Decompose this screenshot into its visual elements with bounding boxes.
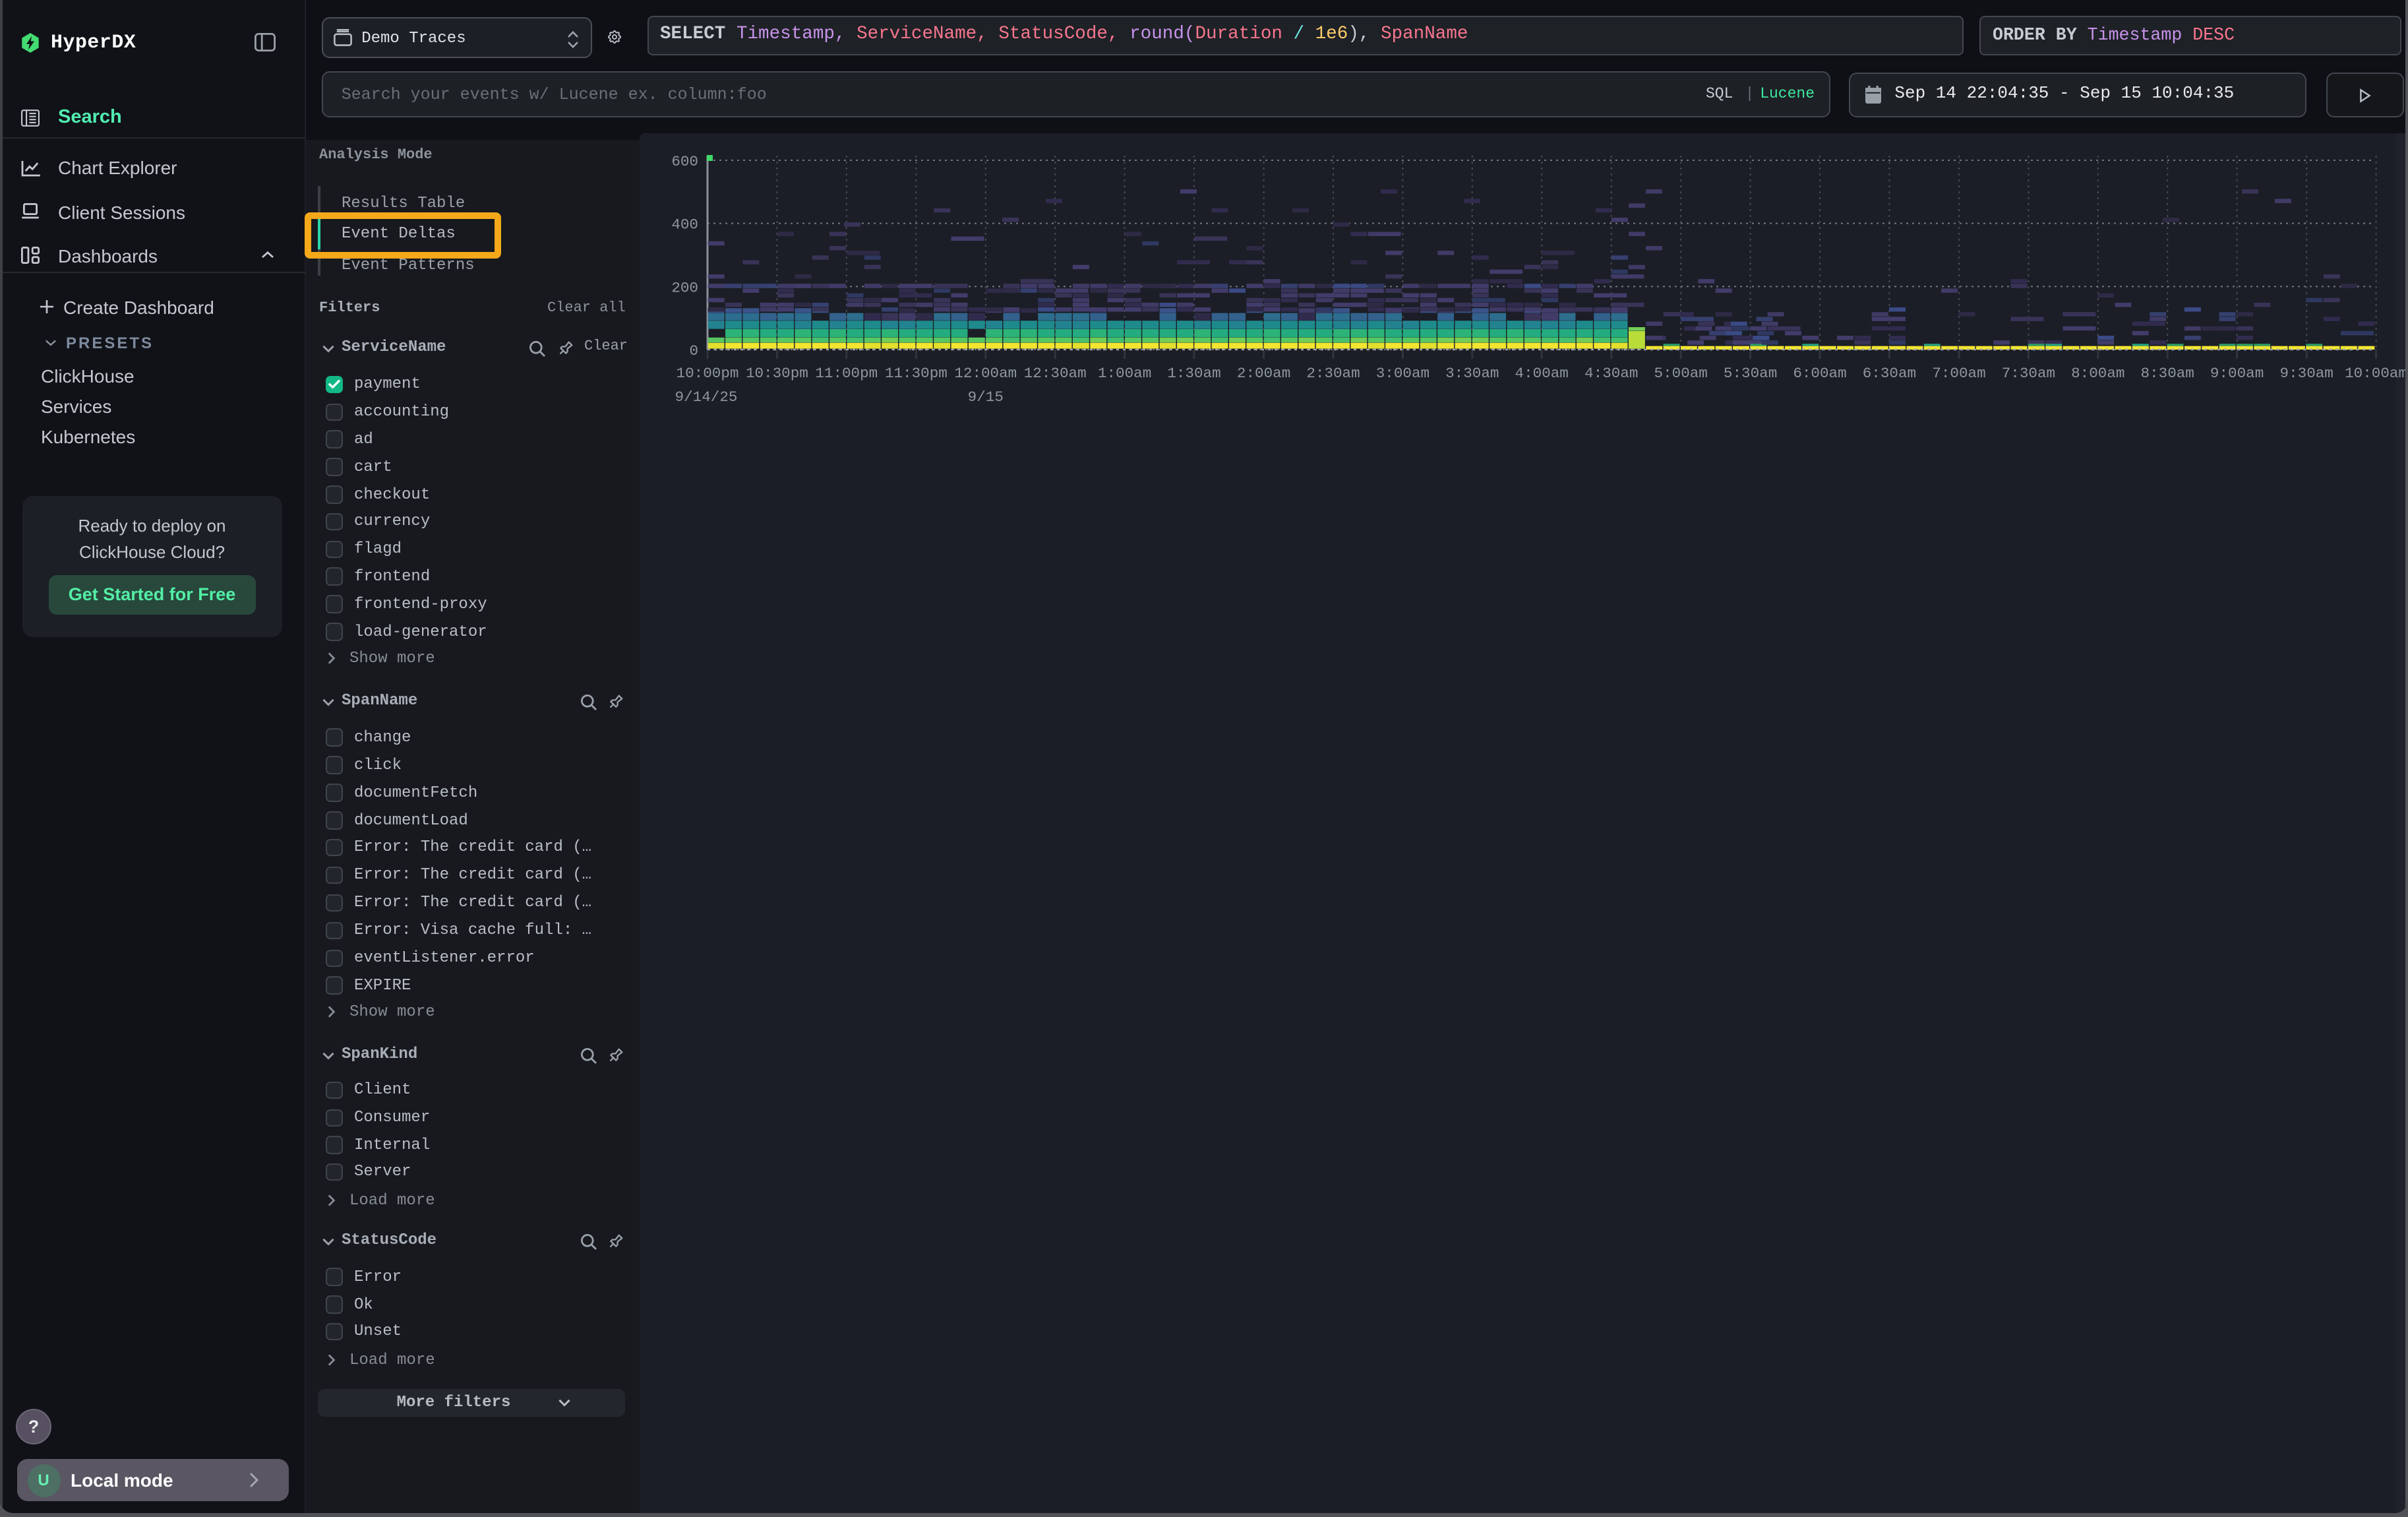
- svg-text:11:00pm: 11:00pm: [815, 365, 878, 382]
- svg-text:600: 600: [671, 153, 698, 170]
- svg-text:1:00am: 1:00am: [1098, 365, 1151, 382]
- svg-text:9/15: 9/15: [968, 388, 1004, 406]
- svg-text:6:00am: 6:00am: [1793, 365, 1846, 382]
- svg-text:12:00am: 12:00am: [954, 365, 1017, 382]
- svg-text:8:00am: 8:00am: [2071, 365, 2124, 382]
- svg-text:10:30pm: 10:30pm: [746, 365, 808, 382]
- svg-text:3:00am: 3:00am: [1376, 365, 1430, 382]
- svg-text:5:00am: 5:00am: [1654, 365, 1708, 382]
- svg-text:400: 400: [671, 216, 698, 233]
- svg-text:5:30am: 5:30am: [1724, 365, 1777, 382]
- svg-text:3:30am: 3:30am: [1445, 365, 1499, 382]
- svg-text:0: 0: [689, 342, 698, 359]
- svg-text:200: 200: [671, 279, 698, 296]
- svg-text:8:30am: 8:30am: [2141, 365, 2194, 382]
- svg-text:4:30am: 4:30am: [1584, 365, 1638, 382]
- svg-text:1:30am: 1:30am: [1167, 365, 1220, 382]
- svg-text:9/14/25: 9/14/25: [675, 388, 738, 406]
- svg-text:6:30am: 6:30am: [1863, 365, 1916, 382]
- svg-text:9:00am: 9:00am: [2210, 365, 2264, 382]
- svg-text:2:00am: 2:00am: [1237, 365, 1290, 382]
- svg-text:10:00am: 10:00am: [2345, 365, 2407, 382]
- svg-text:4:00am: 4:00am: [1515, 365, 1569, 382]
- svg-text:10:00pm: 10:00pm: [677, 365, 739, 382]
- svg-text:12:30am: 12:30am: [1024, 365, 1087, 382]
- svg-text:7:30am: 7:30am: [2002, 365, 2055, 382]
- svg-text:11:30pm: 11:30pm: [885, 365, 948, 382]
- svg-text:2:30am: 2:30am: [1306, 365, 1360, 382]
- svg-text:9:30am: 9:30am: [2280, 365, 2333, 382]
- svg-text:7:00am: 7:00am: [1932, 365, 1985, 382]
